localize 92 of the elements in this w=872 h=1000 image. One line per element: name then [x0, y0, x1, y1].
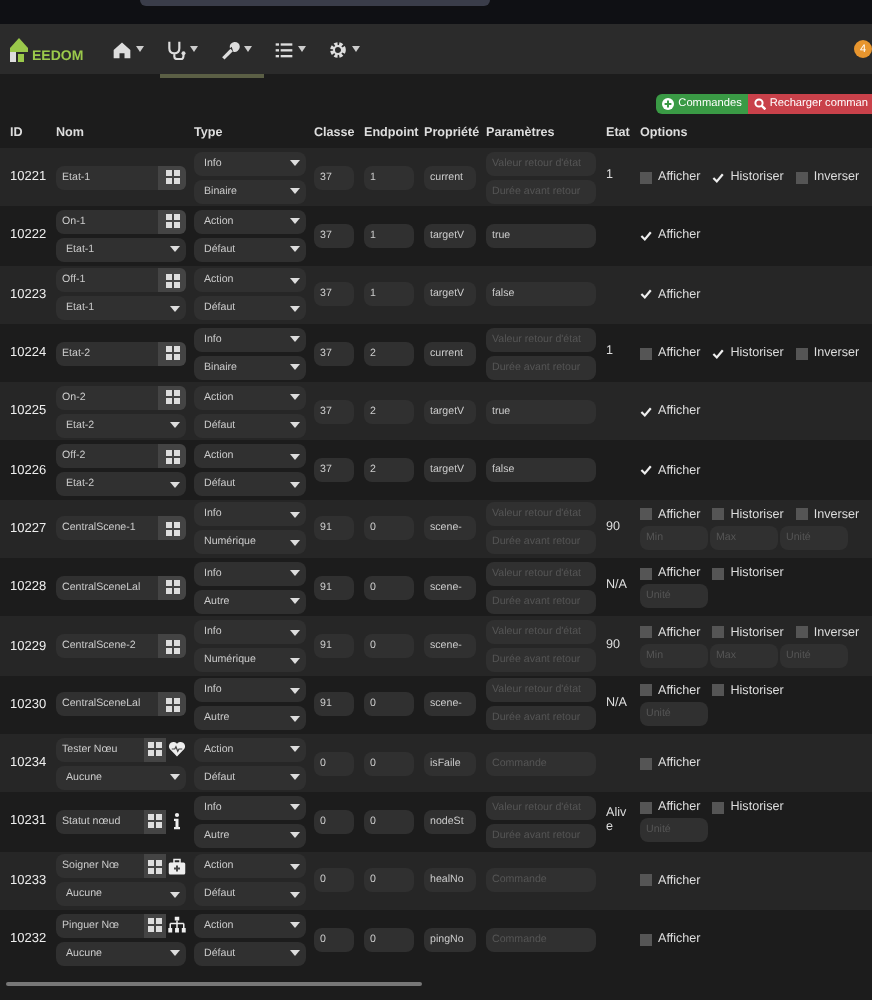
caret-icon [290, 657, 300, 664]
caret-icon [170, 305, 180, 312]
check-icon [640, 405, 652, 418]
grid-icon [165, 346, 179, 361]
caret-icon [290, 598, 300, 605]
caret-icon [290, 715, 300, 722]
check-icon [712, 171, 725, 184]
caret-icon [290, 629, 300, 636]
config-button[interactable] [158, 516, 186, 541]
caret-icon [290, 687, 300, 694]
navbar-menu[interactable] [273, 39, 306, 59]
caret-icon [170, 774, 180, 781]
check-icon [640, 288, 652, 301]
grid-icon [148, 742, 162, 757]
grid-icon [148, 859, 162, 874]
heart-icon[interactable] [168, 740, 186, 759]
config-button[interactable] [158, 575, 186, 600]
grid-icon [165, 170, 179, 185]
config-button[interactable] [158, 385, 186, 410]
caret-icon [290, 246, 300, 253]
config-button[interactable] [158, 634, 186, 659]
config-button[interactable] [158, 268, 186, 293]
caret-icon [290, 539, 300, 546]
caret-icon [290, 511, 300, 518]
grid-icon [165, 214, 179, 229]
config-button[interactable] [158, 444, 186, 469]
caret-icon [351, 46, 360, 52]
caret-icon [189, 46, 198, 52]
check-icon [712, 347, 725, 360]
grid-icon [165, 390, 179, 405]
network-icon[interactable] [168, 916, 186, 934]
caret-icon [290, 891, 300, 898]
check-icon [640, 229, 652, 242]
scrollbar[interactable] [6, 982, 422, 987]
caret-icon [290, 922, 300, 928]
info-icon[interactable] [168, 812, 186, 831]
config-button[interactable] [158, 209, 186, 234]
caret-icon [290, 394, 300, 401]
home-icon [111, 39, 132, 59]
caret-icon [243, 46, 252, 52]
caret-icon [290, 453, 300, 460]
caret-icon [290, 481, 300, 488]
config-button[interactable] [144, 737, 166, 762]
grid-icon [165, 449, 179, 464]
list-icon [273, 39, 294, 59]
caret-icon [290, 188, 300, 195]
caret-icon [170, 481, 180, 488]
config-button[interactable] [144, 809, 166, 834]
grid-icon [148, 814, 162, 829]
caret-icon [170, 950, 180, 956]
caret-icon [290, 950, 300, 956]
navbar-menu[interactable] [111, 39, 144, 59]
navbar-menu[interactable] [219, 39, 252, 59]
caret-icon [290, 570, 300, 577]
config-button[interactable] [144, 854, 166, 879]
caret-icon [290, 364, 300, 371]
caret-icon [290, 804, 300, 811]
caret-icon [290, 160, 300, 167]
navbar-menu[interactable] [327, 39, 360, 59]
config-button[interactable] [144, 913, 166, 937]
house-icon [8, 35, 30, 63]
search-icon [753, 98, 766, 110]
plus-circle-icon [662, 98, 675, 110]
caret-icon [170, 246, 180, 253]
config-button[interactable] [158, 341, 186, 366]
navbar-menu[interactable] [165, 39, 198, 59]
caret-icon [290, 746, 300, 753]
caret-icon [135, 46, 144, 52]
config-button[interactable] [158, 165, 186, 190]
grid-icon [165, 580, 179, 595]
grid-icon [165, 521, 179, 536]
caret-icon [290, 305, 300, 312]
config-button[interactable] [158, 692, 186, 717]
grid-icon [148, 918, 162, 932]
medical-kit-icon[interactable] [168, 857, 186, 876]
caret-icon [290, 218, 300, 225]
caret-icon [170, 422, 180, 429]
caret-icon [290, 277, 300, 284]
caret-icon [297, 46, 306, 52]
caret-icon [290, 422, 300, 429]
grid-icon [165, 273, 179, 288]
caret-icon [170, 891, 180, 898]
stethoscope-icon [165, 39, 186, 59]
caret-icon [290, 863, 300, 870]
caret-icon [290, 774, 300, 781]
caret-icon [290, 336, 300, 343]
caret-icon [290, 832, 300, 839]
check-icon [640, 464, 652, 477]
grid-icon [165, 639, 179, 654]
tab-indicator [160, 74, 264, 78]
settings-icon [327, 39, 348, 59]
grid-icon [165, 697, 179, 712]
